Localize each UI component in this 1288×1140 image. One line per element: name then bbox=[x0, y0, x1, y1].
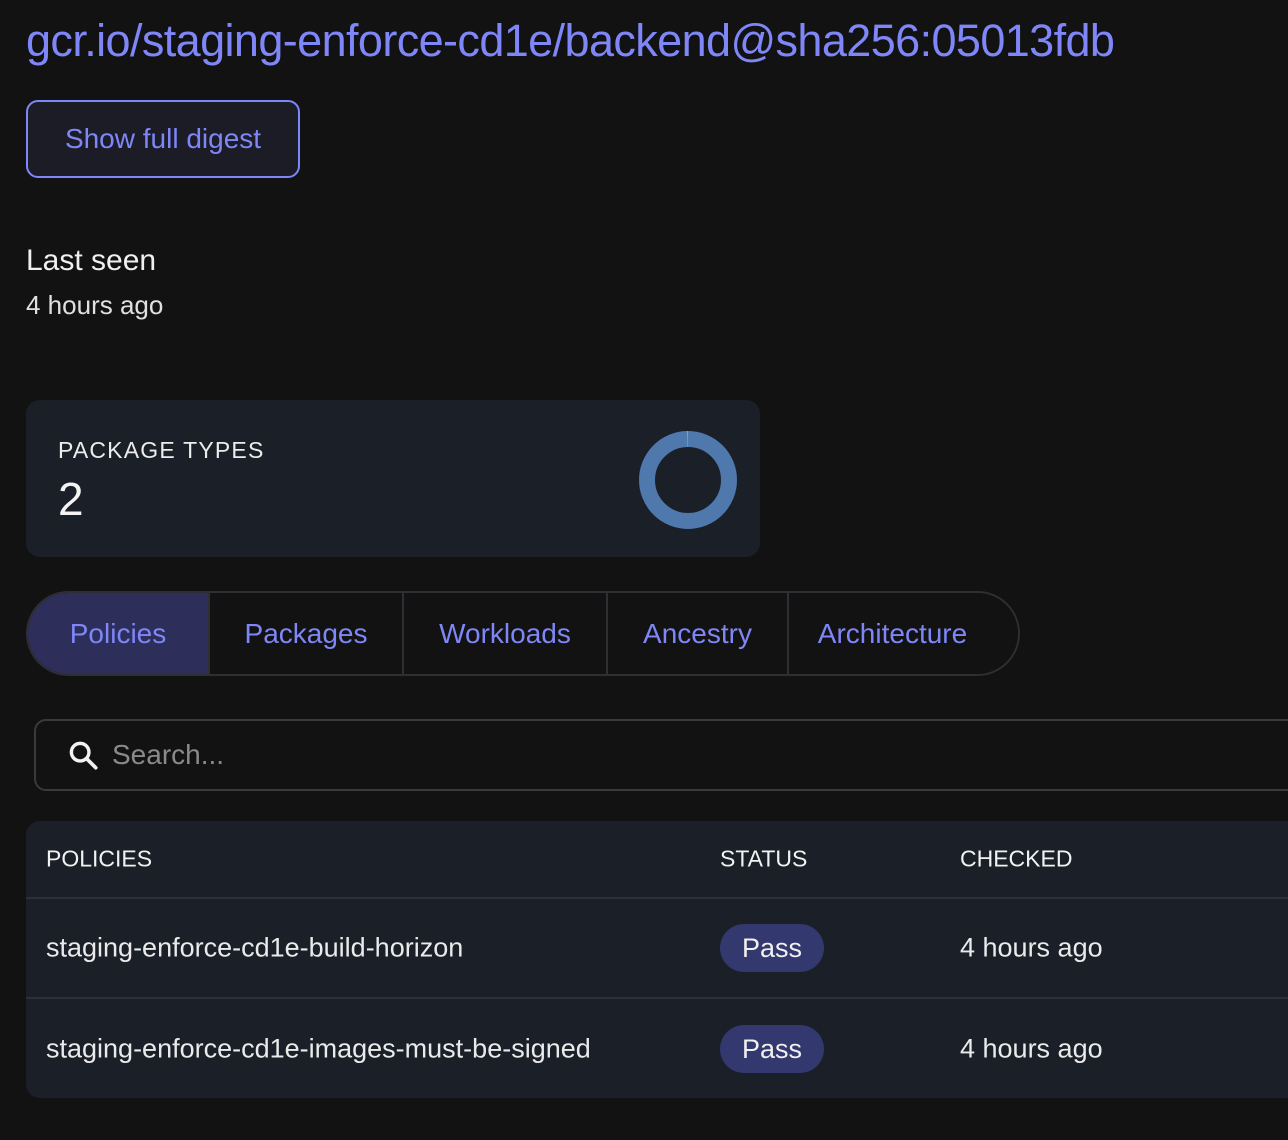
table-row[interactable]: staging-enforce-cd1e-build-horizon Pass … bbox=[26, 899, 1288, 999]
image-title: gcr.io/staging-enforce-cd1e/backend@sha2… bbox=[26, 15, 1115, 66]
last-seen-label: Last seen bbox=[26, 244, 157, 277]
show-full-digest-button[interactable]: Show full digest bbox=[26, 100, 300, 178]
tab-workloads[interactable]: Workloads bbox=[402, 593, 606, 674]
status-badge: Pass bbox=[720, 1024, 825, 1073]
column-header-checked[interactable]: CHECKED bbox=[960, 846, 1072, 873]
table-row[interactable]: staging-enforce-cd1e-images-must-be-sign… bbox=[26, 999, 1288, 1098]
tab-architecture[interactable]: Architecture bbox=[787, 593, 1018, 674]
policy-name[interactable]: staging-enforce-cd1e-images-must-be-sign… bbox=[46, 1033, 591, 1064]
status-badge: Pass bbox=[720, 924, 825, 972]
tab-ancestry[interactable]: Ancestry bbox=[606, 593, 787, 674]
tab-packages[interactable]: Packages bbox=[208, 593, 402, 674]
search-box bbox=[34, 719, 1288, 791]
status-cell: Pass bbox=[720, 924, 825, 972]
column-header-policies[interactable]: POLICIES bbox=[46, 846, 152, 873]
checked-time: 4 hours ago bbox=[960, 1033, 1103, 1063]
donut-segment-type-1 bbox=[639, 431, 737, 529]
search-icon bbox=[69, 741, 98, 770]
search-input[interactable] bbox=[110, 738, 1014, 772]
tab-bar: Policies Packages Workloads Ancestry Arc… bbox=[26, 591, 1020, 676]
package-types-label: PACKAGE TYPES bbox=[58, 437, 265, 463]
table-header-row: POLICIES STATUS CHECKED bbox=[26, 821, 1288, 899]
column-header-status[interactable]: STATUS bbox=[720, 846, 807, 873]
policies-table: POLICIES STATUS CHECKED staging-enforce-… bbox=[26, 821, 1288, 1098]
status-cell: Pass bbox=[720, 1024, 825, 1073]
policy-name[interactable]: staging-enforce-cd1e-build-horizon bbox=[46, 933, 463, 964]
package-types-count: 2 bbox=[58, 473, 84, 525]
last-seen-value: 4 hours ago bbox=[26, 290, 164, 320]
tab-policies[interactable]: Policies bbox=[28, 593, 208, 674]
package-types-donut-chart bbox=[639, 431, 737, 529]
checked-time: 4 hours ago bbox=[960, 932, 1103, 963]
package-types-card: PACKAGE TYPES 2 bbox=[26, 400, 760, 557]
